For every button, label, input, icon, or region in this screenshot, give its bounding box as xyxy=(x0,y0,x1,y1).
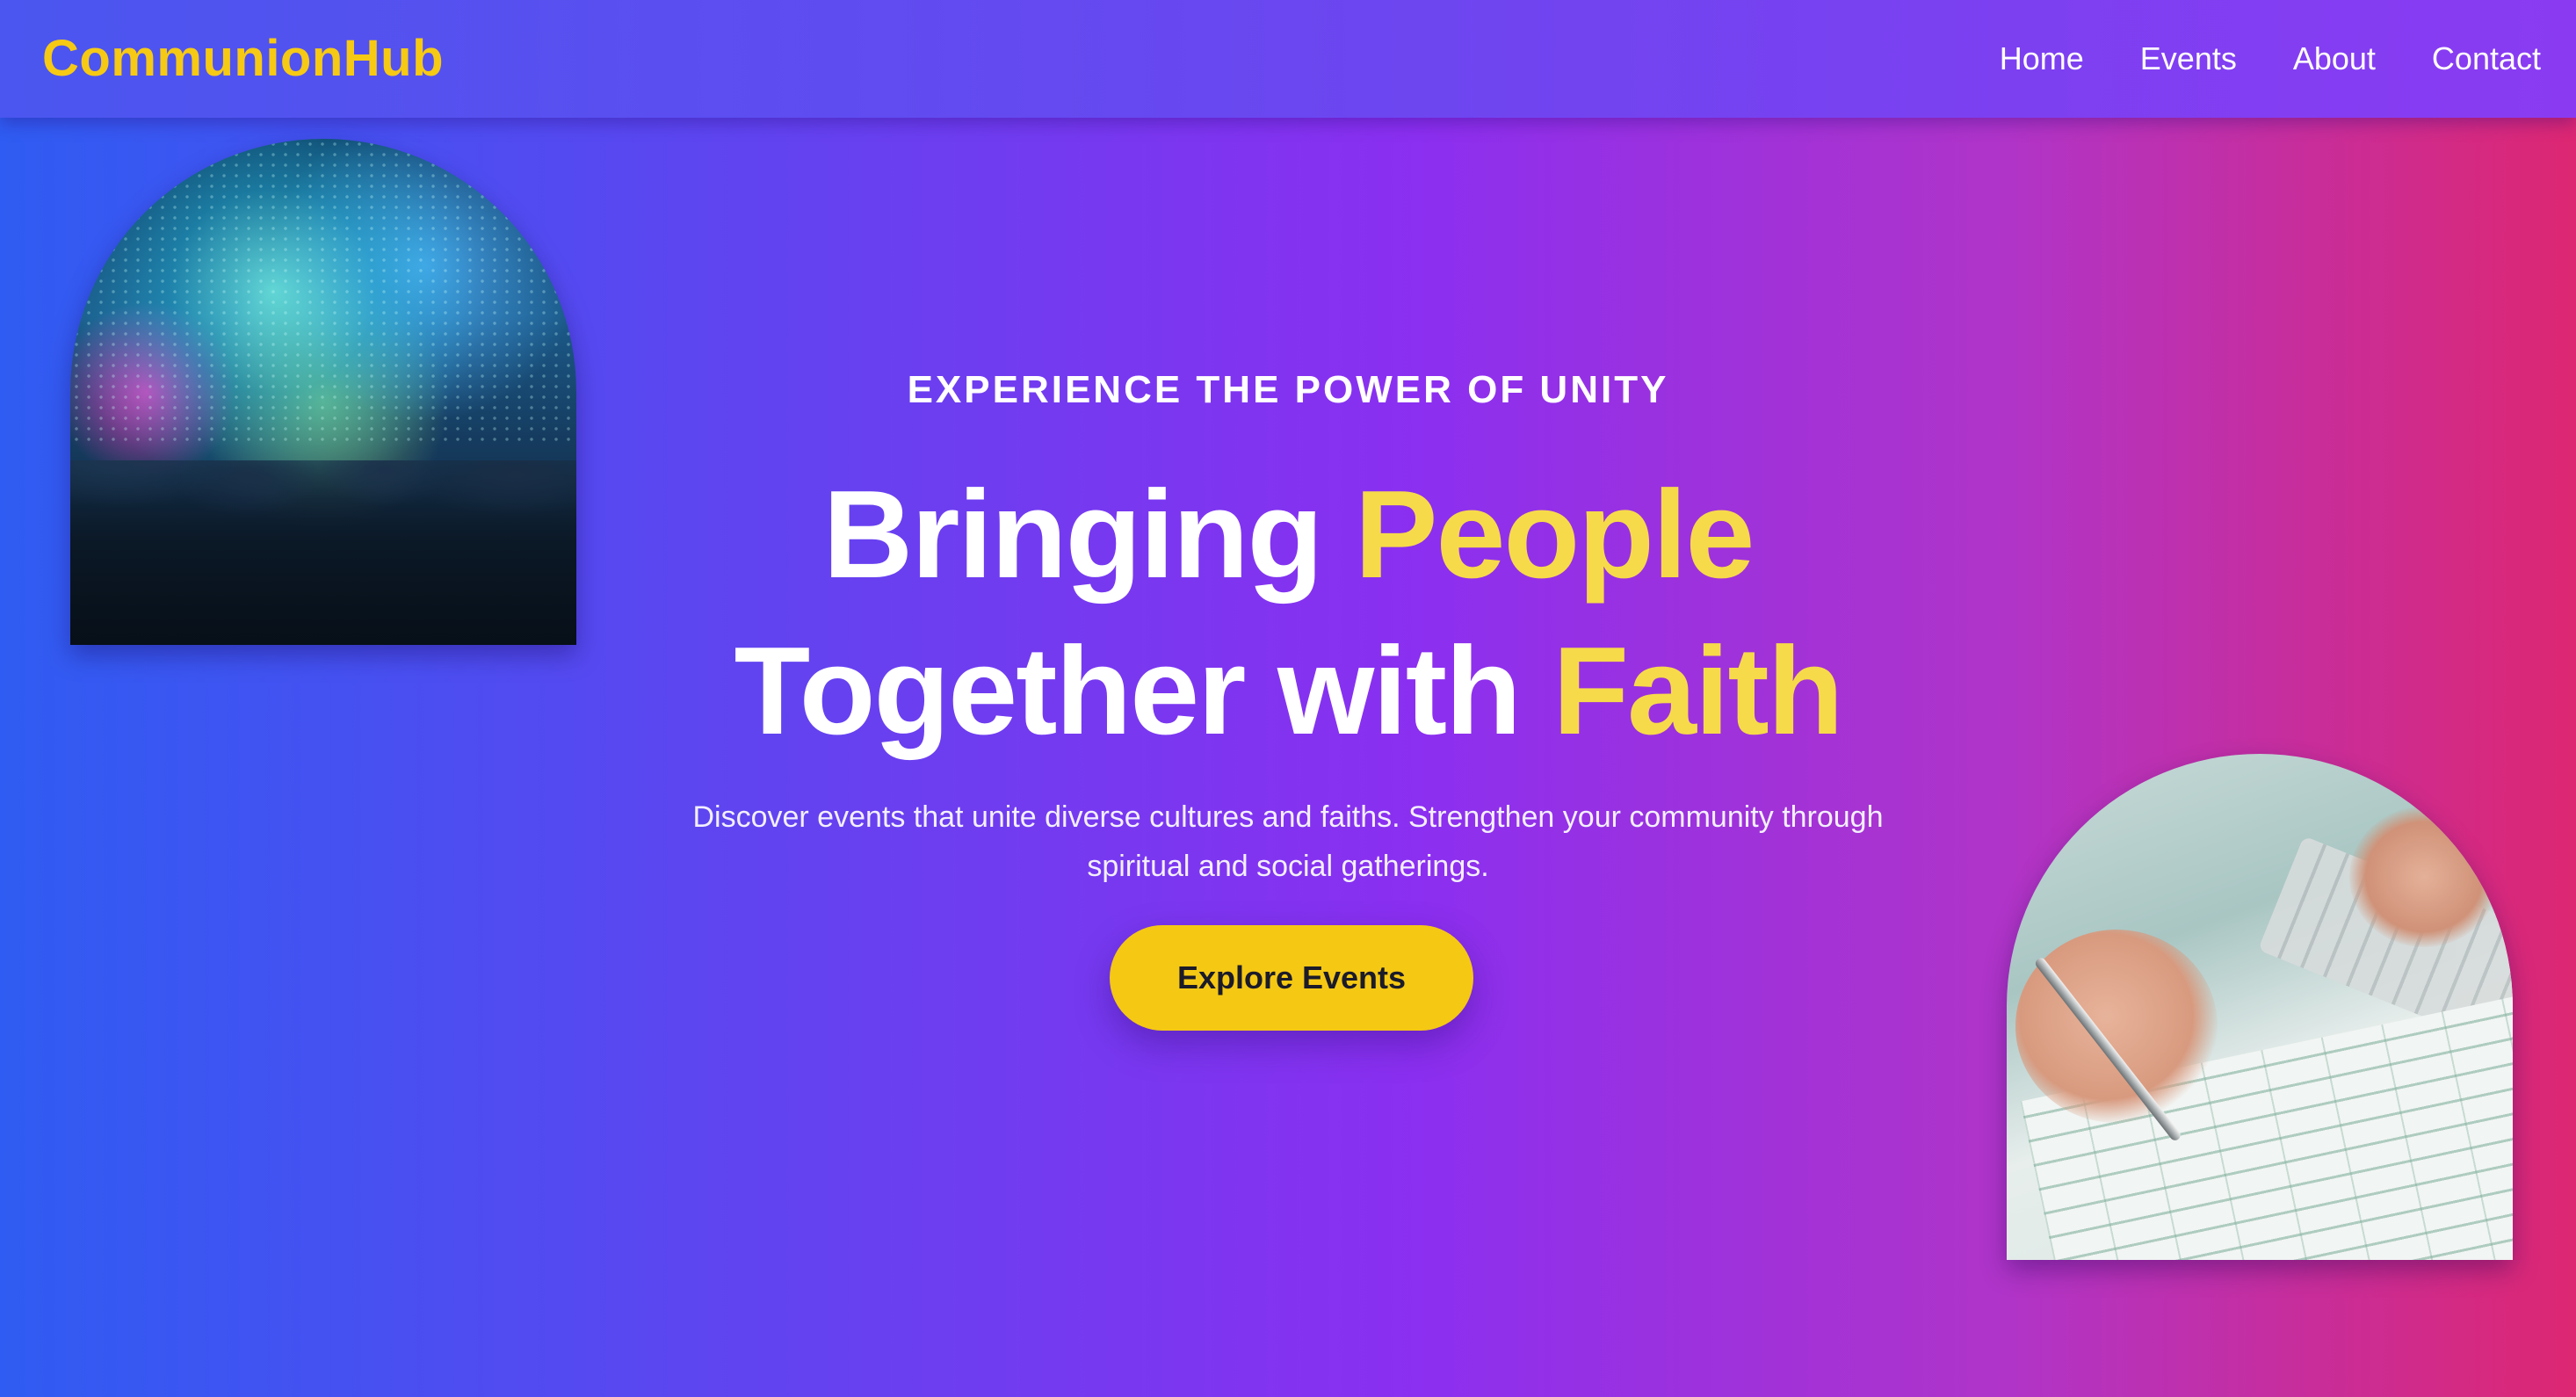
headline-line2-text: Together with xyxy=(734,621,1553,761)
headline-accent-people: People xyxy=(1354,465,1755,604)
hero-description: Discover events that unite diverse cultu… xyxy=(0,793,2576,891)
hero-eyebrow: EXPERIENCE THE POWER OF UNITY xyxy=(907,368,1669,411)
hero-description-line1: Discover events that unite diverse cultu… xyxy=(692,800,1884,834)
nav-links: Home Events About Contact xyxy=(2000,0,2541,118)
explore-events-button[interactable]: Explore Events xyxy=(1110,925,1473,1031)
headline-line1-text: Bringing xyxy=(822,465,1355,604)
navbar: CommunionHub Home Events About Contact xyxy=(0,0,2576,118)
headline-accent-faith: Faith xyxy=(1552,621,1843,761)
nav-link-about[interactable]: About xyxy=(2293,41,2376,76)
hero-headline: Bringing People Together with Faith xyxy=(0,457,2576,770)
nav-link-home[interactable]: Home xyxy=(2000,41,2084,76)
brand-logo[interactable]: CommunionHub xyxy=(42,30,444,88)
writing-hand-shape xyxy=(2015,930,2218,1123)
nav-link-events[interactable]: Events xyxy=(2140,41,2237,76)
hero-description-line2: spiritual and social gatherings. xyxy=(1087,850,1489,883)
nav-link-contact[interactable]: Contact xyxy=(2432,41,2541,76)
